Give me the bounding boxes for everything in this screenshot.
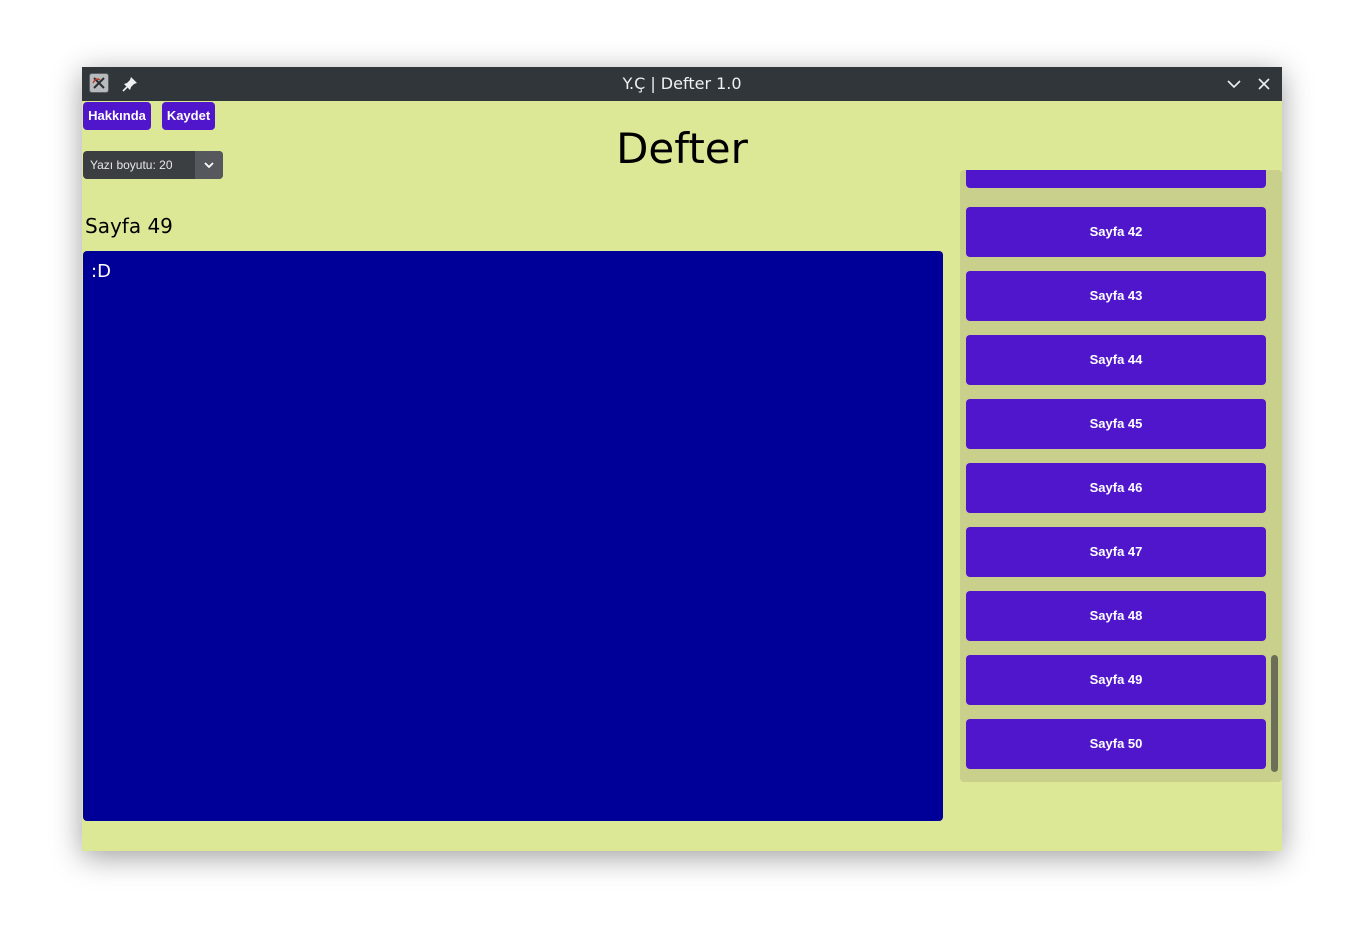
- page-list-item[interactable]: Sayfa 46: [966, 463, 1266, 513]
- editor-content[interactable]: :D: [91, 261, 111, 282]
- page-list-item[interactable]: Sayfa 49: [966, 655, 1266, 705]
- page-list-item[interactable]: Sayfa 42: [966, 207, 1266, 257]
- note-editor[interactable]: :D: [83, 251, 943, 821]
- page-list-item[interactable]: Sayfa 43: [966, 271, 1266, 321]
- page-list-item-partial[interactable]: [966, 170, 1266, 188]
- close-icon[interactable]: [1255, 75, 1273, 93]
- page-list-item[interactable]: Sayfa 47: [966, 527, 1266, 577]
- page-list-item[interactable]: Sayfa 45: [966, 399, 1266, 449]
- page-list-item[interactable]: Sayfa 44: [966, 335, 1266, 385]
- page-list-item[interactable]: Sayfa 50: [966, 719, 1266, 769]
- page-list-item[interactable]: Sayfa 48: [966, 591, 1266, 641]
- current-page-label: Sayfa 49: [85, 214, 173, 238]
- page-list[interactable]: Sayfa 42 Sayfa 43 Sayfa 44 Sayfa 45 Sayf…: [960, 170, 1282, 782]
- dropdown-toggle[interactable]: [195, 151, 223, 179]
- font-size-dropdown[interactable]: Yazı boyutu: 20: [83, 151, 223, 179]
- chevron-down-icon: [204, 162, 214, 169]
- window-title: Y.Ç | Defter 1.0: [622, 74, 742, 93]
- font-size-selected-value: Yazı boyutu: 20: [90, 158, 173, 172]
- minimize-chevron-down-icon[interactable]: [1225, 75, 1243, 93]
- app-window: Y.Ç | Defter 1.0 Hakkında Kaydet Defter …: [82, 67, 1282, 851]
- titlebar: Y.Ç | Defter 1.0: [82, 67, 1282, 101]
- page-list-scrollbar[interactable]: [1271, 655, 1278, 772]
